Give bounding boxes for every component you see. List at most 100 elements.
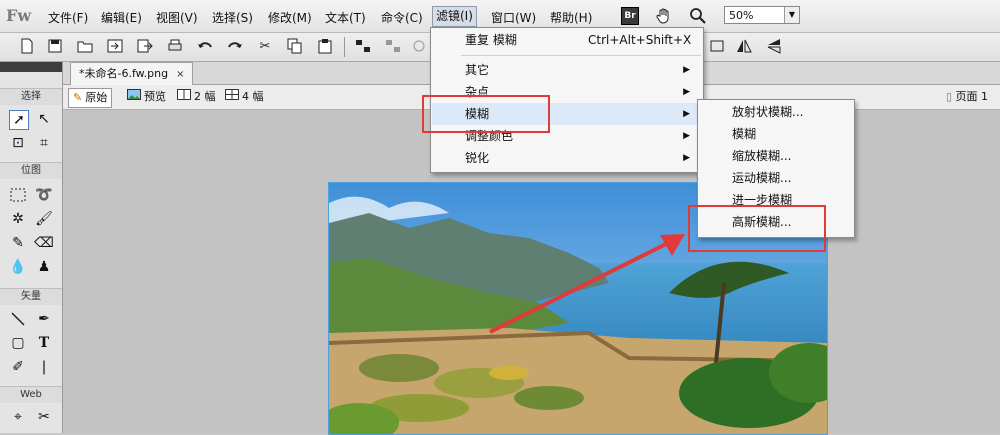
- zoom-blur-label: 缩放模糊...: [732, 149, 792, 163]
- annotation-arrow: [489, 234, 685, 334]
- view-2up-label: 2 幅: [194, 90, 216, 103]
- repeat-blur-shortcut: Ctrl+Alt+Shift+X: [588, 33, 692, 47]
- submenu-item-zoom-blur[interactable]: 缩放模糊...: [699, 145, 853, 167]
- paste-icon[interactable]: [316, 37, 334, 55]
- menu-select[interactable]: 选择(S): [212, 9, 253, 26]
- pointer-tool-icon[interactable]: ➚: [9, 110, 29, 130]
- zoom-value: 50%: [729, 9, 754, 22]
- marquee-tool-icon[interactable]: [9, 186, 27, 204]
- freeform-tool-icon[interactable]: ✐: [9, 358, 27, 376]
- scale-tool-icon[interactable]: ⊡: [9, 134, 27, 152]
- menu-file[interactable]: 文件(F): [48, 9, 88, 26]
- undo-icon[interactable]: [196, 37, 214, 55]
- copy-icon[interactable]: [286, 37, 304, 55]
- ungroup-icon[interactable]: [384, 37, 402, 55]
- repeat-blur-label: 重复 模糊: [465, 33, 517, 47]
- document-tab[interactable]: *未命名-6.fw.png ×: [70, 62, 194, 85]
- submenu-item-radial-blur[interactable]: 放射状模糊...: [699, 101, 853, 123]
- view-preview-label: 预览: [144, 90, 166, 103]
- tools-section-bitmap: 位图: [0, 162, 62, 179]
- document-tab-title: *未命名-6.fw.png: [79, 67, 169, 80]
- new-document-icon[interactable]: [18, 37, 36, 55]
- pen-tool-icon[interactable]: ✒: [35, 310, 53, 328]
- menu-item-sharpen[interactable]: 锐化 ▶: [432, 147, 702, 169]
- save-icon[interactable]: [46, 37, 64, 55]
- image-icon: [127, 88, 141, 106]
- chevron-right-icon: ▶: [683, 65, 690, 75]
- annotation-box-gaussian: [688, 205, 826, 252]
- panel-grip[interactable]: [0, 62, 62, 72]
- brush-tool-icon[interactable]: 🖌: [35, 210, 53, 228]
- crop-tool-icon[interactable]: ⌗: [35, 134, 53, 152]
- rubber-stamp-tool-icon[interactable]: ♟: [35, 258, 53, 276]
- menu-item-repeat-blur[interactable]: 重复 模糊 Ctrl+Alt+Shift+X: [432, 29, 702, 51]
- toolbar-divider: [344, 37, 345, 57]
- two-up-icon: [177, 88, 191, 106]
- blur-tool-icon[interactable]: 💧: [9, 258, 27, 276]
- page-label: 页面 1: [955, 90, 989, 103]
- menu-view[interactable]: 视图(V): [156, 9, 198, 26]
- redo-icon[interactable]: [226, 37, 244, 55]
- submenu-item-blur[interactable]: 模糊: [699, 123, 853, 145]
- submenu-item-motion-blur[interactable]: 运动模糊...: [699, 167, 853, 189]
- menu-item-other[interactable]: 其它 ▶: [432, 59, 702, 81]
- menu-filters[interactable]: 滤镜(I): [432, 6, 477, 27]
- chevron-right-icon: ▶: [683, 153, 690, 163]
- pencil-tool-icon[interactable]: ✎: [9, 234, 27, 252]
- menu-text[interactable]: 文本(T): [325, 9, 366, 26]
- page-icon: ▯: [945, 90, 952, 103]
- join-icon[interactable]: [410, 37, 428, 55]
- four-up-icon: [225, 88, 239, 106]
- tools-section-web: Web: [0, 386, 62, 403]
- chevron-right-icon: ▶: [683, 109, 690, 119]
- view-preview-button[interactable]: 预览: [123, 88, 170, 106]
- bridge-button[interactable]: Br: [621, 7, 639, 25]
- subselection-tool-icon[interactable]: ↖: [35, 110, 53, 128]
- menu-window[interactable]: 窗口(W): [491, 9, 536, 26]
- knife-tool-icon[interactable]: ❘: [35, 358, 53, 376]
- motion-blur-label: 运动模糊...: [732, 171, 792, 185]
- tools-section-select: 选择: [0, 88, 62, 105]
- radial-blur-label: 放射状模糊...: [732, 105, 804, 119]
- menu-modify[interactable]: 修改(M): [268, 9, 312, 26]
- hotspot-tool-icon[interactable]: ⌖: [9, 408, 27, 426]
- menu-edit[interactable]: 编辑(E): [101, 9, 142, 26]
- view-original-button[interactable]: ✎ 原始: [68, 88, 113, 108]
- tools-panel: 选择 ➚ ↖ ⊡ ⌗ 位图 ➰ ✲ 🖌 ✎ ⌫ 💧 ♟ 矢量 ✒ ▢ T ✐ ❘…: [0, 62, 63, 433]
- align-icon[interactable]: [708, 37, 726, 55]
- blur-item-label: 模糊: [732, 127, 757, 141]
- print-icon[interactable]: [166, 37, 184, 55]
- menu-commands[interactable]: 命令(C): [381, 9, 423, 26]
- lasso-tool-icon[interactable]: ➰: [35, 186, 53, 204]
- hand-icon[interactable]: [654, 6, 674, 26]
- open-icon[interactable]: [76, 37, 94, 55]
- export-icon[interactable]: [136, 37, 154, 55]
- eraser-tool-icon[interactable]: ⌫: [34, 234, 54, 252]
- chevron-down-icon: ▼: [784, 7, 799, 23]
- menu-help[interactable]: 帮助(H): [550, 9, 592, 26]
- zoom-icon[interactable]: [688, 6, 708, 26]
- magic-wand-tool-icon[interactable]: ✲: [9, 210, 27, 228]
- close-icon[interactable]: ×: [176, 69, 184, 80]
- group-icon[interactable]: [354, 37, 372, 55]
- text-tool-icon[interactable]: T: [35, 334, 53, 352]
- cut-icon[interactable]: ✂: [256, 37, 274, 55]
- other-label: 其它: [465, 63, 490, 77]
- line-tool-icon[interactable]: [9, 310, 27, 328]
- flip-horizontal-icon[interactable]: [735, 37, 753, 55]
- pencil-icon: ✎: [73, 91, 83, 104]
- chevron-right-icon: ▶: [683, 87, 690, 97]
- import-icon[interactable]: [106, 37, 124, 55]
- view-2up-button[interactable]: 2 幅: [173, 88, 220, 106]
- slice-tool-icon[interactable]: ✂: [35, 408, 53, 426]
- menu-separator: [461, 55, 701, 56]
- annotation-box-blur: [422, 95, 550, 133]
- view-4up-button[interactable]: 4 幅: [221, 88, 268, 106]
- flip-vertical-icon[interactable]: [765, 37, 783, 55]
- page-indicator[interactable]: ▯ 页面 1: [946, 88, 988, 104]
- rectangle-tool-icon[interactable]: ▢: [9, 334, 27, 352]
- zoom-select[interactable]: 50% ▼: [724, 6, 800, 24]
- view-4up-label: 4 幅: [242, 90, 264, 103]
- sharpen-label: 锐化: [465, 151, 490, 165]
- chevron-right-icon: ▶: [683, 131, 690, 141]
